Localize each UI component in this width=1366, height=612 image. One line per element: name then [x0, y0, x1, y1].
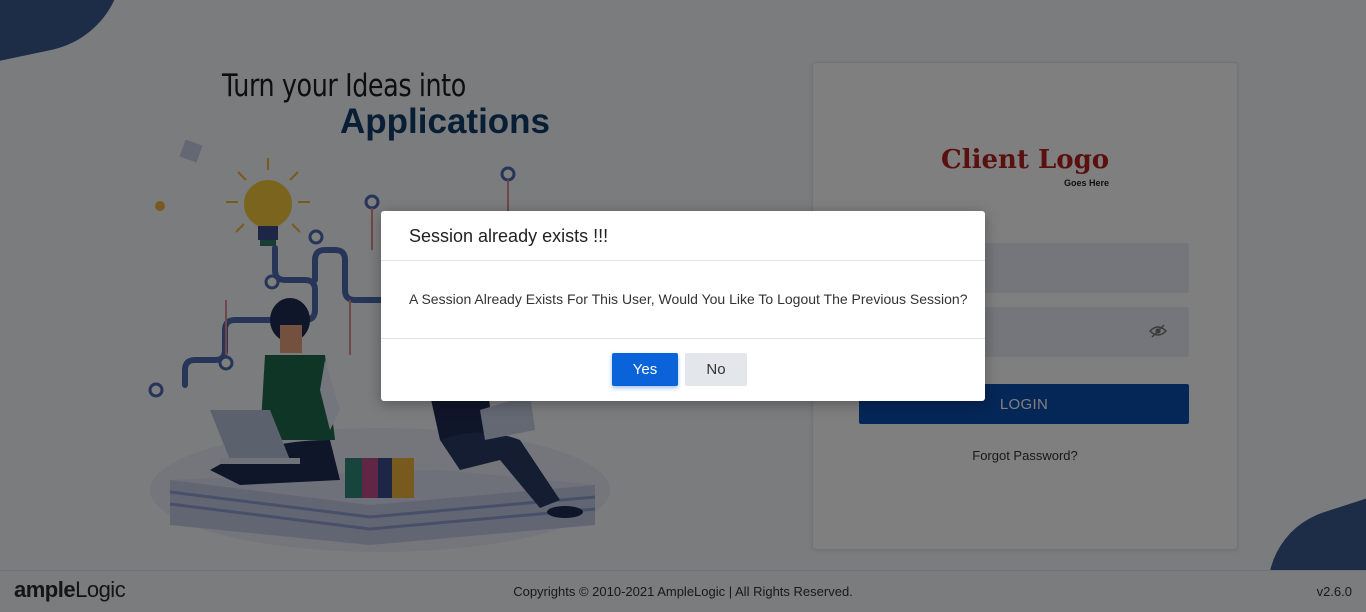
dialog-title: Session already exists !!! — [409, 226, 609, 246]
yes-button[interactable]: Yes — [612, 353, 678, 386]
session-exists-dialog: Session already exists !!! A Session Alr… — [381, 211, 985, 401]
dialog-header: Session already exists !!! — [381, 211, 985, 261]
no-button[interactable]: No — [685, 353, 747, 386]
dialog-footer: Yes No — [381, 339, 985, 401]
dialog-body: A Session Already Exists For This User, … — [381, 261, 985, 339]
dialog-message: A Session Already Exists For This User, … — [409, 291, 968, 307]
